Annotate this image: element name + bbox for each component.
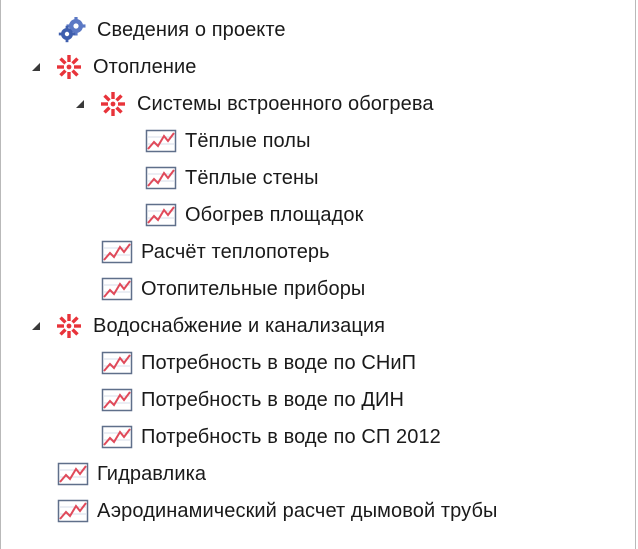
tree-item-label: Водоснабжение и канализация bbox=[93, 314, 386, 337]
chart-icon bbox=[101, 350, 133, 376]
expand-arrow-icon[interactable] bbox=[29, 60, 43, 74]
chart-icon bbox=[101, 276, 133, 302]
tree-item-hydraulics[interactable]: Гидравлика bbox=[57, 456, 206, 492]
gears-icon bbox=[57, 17, 89, 43]
expand-arrow-icon[interactable] bbox=[29, 319, 43, 333]
tree-item-water-sp2012[interactable]: Потребность в воде по СП 2012 bbox=[101, 419, 441, 455]
project-tree-panel: Сведения о проекте Отопление Системы вст… bbox=[0, 0, 636, 549]
red-gear-icon bbox=[53, 54, 85, 80]
chart-icon bbox=[145, 202, 177, 228]
tree-item-label: Тёплые стены bbox=[185, 166, 319, 189]
chart-icon bbox=[101, 239, 133, 265]
chart-icon bbox=[57, 498, 89, 524]
red-gear-icon bbox=[97, 91, 129, 117]
chart-icon bbox=[57, 461, 89, 487]
tree-item-label: Системы встроенного обогрева bbox=[137, 92, 434, 115]
tree-item-label: Обогрев площадок bbox=[185, 203, 364, 226]
tree-item-label: Потребность в воде по СНиП bbox=[141, 351, 417, 374]
tree-item-warm-walls[interactable]: Тёплые стены bbox=[145, 160, 319, 196]
tree-item-project-info[interactable]: Сведения о проекте bbox=[57, 12, 286, 48]
chart-icon bbox=[145, 165, 177, 191]
tree-item-label: Расчёт теплопотерь bbox=[141, 240, 330, 263]
tree-item-label: Отопление bbox=[93, 55, 197, 78]
tree-item-label: Отопительные приборы bbox=[141, 277, 366, 300]
chart-icon bbox=[145, 128, 177, 154]
expand-arrow-icon[interactable] bbox=[73, 97, 87, 111]
tree-item-label: Тёплые полы bbox=[185, 129, 311, 152]
tree-item-label: Сведения о проекте bbox=[97, 18, 286, 41]
chart-icon bbox=[101, 387, 133, 413]
tree-item-area-heating[interactable]: Обогрев площадок bbox=[145, 197, 363, 233]
tree-item-label: Потребность в воде по ДИН bbox=[141, 388, 404, 411]
red-gear-icon bbox=[53, 313, 85, 339]
tree-item-heat-loss[interactable]: Расчёт теплопотерь bbox=[101, 234, 330, 270]
chart-icon bbox=[101, 424, 133, 450]
tree-item-water-supply[interactable]: Водоснабжение и канализация bbox=[29, 308, 385, 344]
tree-item-heating[interactable]: Отопление bbox=[29, 49, 196, 85]
tree-item-label: Аэродинамический расчет дымовой трубы bbox=[97, 499, 498, 522]
tree-item-water-din[interactable]: Потребность в воде по ДИН bbox=[101, 382, 404, 418]
tree-item-warm-floors[interactable]: Тёплые полы bbox=[145, 123, 311, 159]
tree-item-water-snip[interactable]: Потребность в воде по СНиП bbox=[101, 345, 416, 381]
tree-item-label: Потребность в воде по СП 2012 bbox=[141, 425, 441, 448]
tree-item-label: Гидравлика bbox=[97, 462, 207, 485]
tree-item-built-in-heating[interactable]: Системы встроенного обогрева bbox=[73, 86, 434, 122]
tree-item-heating-devices[interactable]: Отопительные приборы bbox=[101, 271, 365, 307]
tree-item-chimney-aero[interactable]: Аэродинамический расчет дымовой трубы bbox=[57, 493, 498, 529]
